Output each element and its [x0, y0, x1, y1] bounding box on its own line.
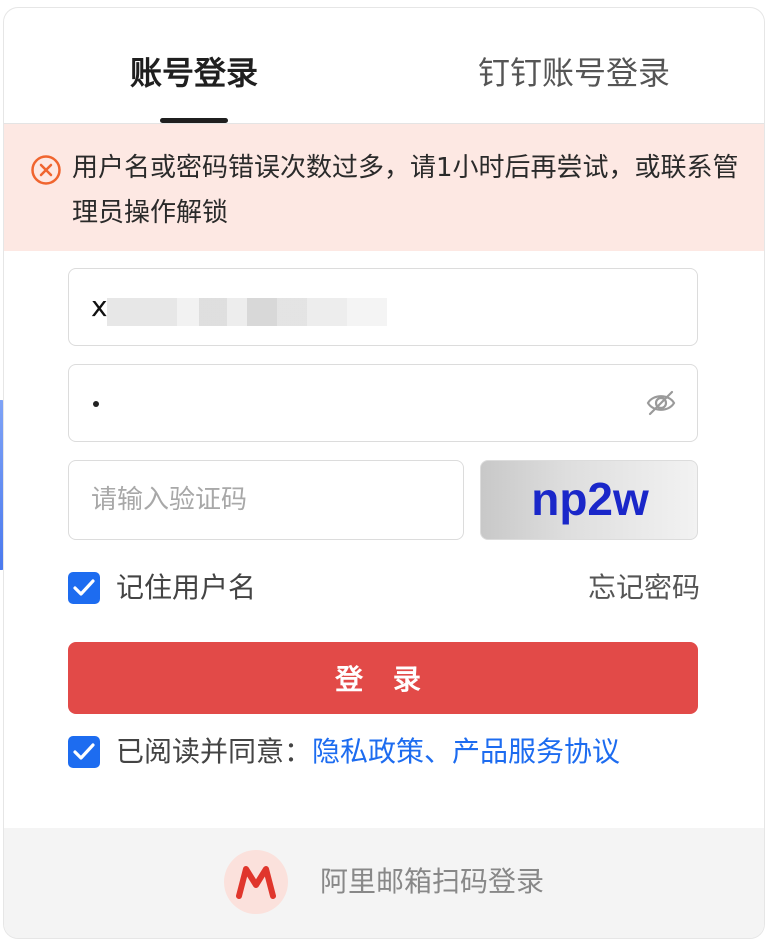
forgot-password-link[interactable]: 忘记密码	[588, 568, 700, 608]
check-icon	[73, 743, 95, 760]
privacy-terms-link[interactable]: 隐私政策、产品服务协议	[312, 732, 620, 772]
qr-login-link[interactable]: 阿里邮箱扫码登录	[320, 862, 544, 902]
captcha-input[interactable]	[89, 479, 443, 521]
login-button[interactable]: 登 录	[68, 642, 698, 714]
error-message: 用户名或密码错误次数过多，请1小时后再尝试，或联系管理员操作解锁	[72, 153, 739, 228]
username-value: x	[91, 290, 108, 323]
login-tabs: 账号登录 钉钉账号登录	[4, 8, 764, 124]
agree-terms-checkbox[interactable]	[68, 736, 100, 768]
remember-username-checkbox[interactable]	[68, 572, 100, 604]
captcha-image-text: np2w	[531, 473, 649, 525]
qr-login-footer: 阿里邮箱扫码登录	[4, 828, 764, 938]
password-field[interactable]	[68, 364, 698, 442]
password-mask	[93, 401, 99, 407]
active-tab-indicator	[160, 118, 228, 123]
tab-dingtalk-login[interactable]: 钉钉账号登录	[478, 50, 670, 96]
check-icon	[73, 579, 95, 596]
redacted-username	[107, 298, 387, 326]
login-card: 账号登录 钉钉账号登录 用户名或密码错误次数过多，请1小时后再尝试，或联系管理员…	[4, 8, 764, 938]
agree-terms-label: 已阅读并同意：	[116, 735, 313, 768]
tab-account-login[interactable]: 账号登录	[130, 50, 258, 96]
alimail-m-icon	[236, 866, 276, 899]
username-field[interactable]: x	[68, 268, 698, 346]
captcha-field[interactable]	[68, 460, 464, 540]
eye-off-icon[interactable]	[645, 389, 677, 417]
error-alert: 用户名或密码错误次数过多，请1小时后再尝试，或联系管理员操作解锁	[4, 124, 764, 251]
alimail-logo	[224, 850, 288, 914]
close-circle-icon	[31, 155, 61, 185]
captcha-image[interactable]: np2w	[480, 460, 698, 540]
remember-username-label[interactable]: 记住用户名	[116, 568, 256, 608]
